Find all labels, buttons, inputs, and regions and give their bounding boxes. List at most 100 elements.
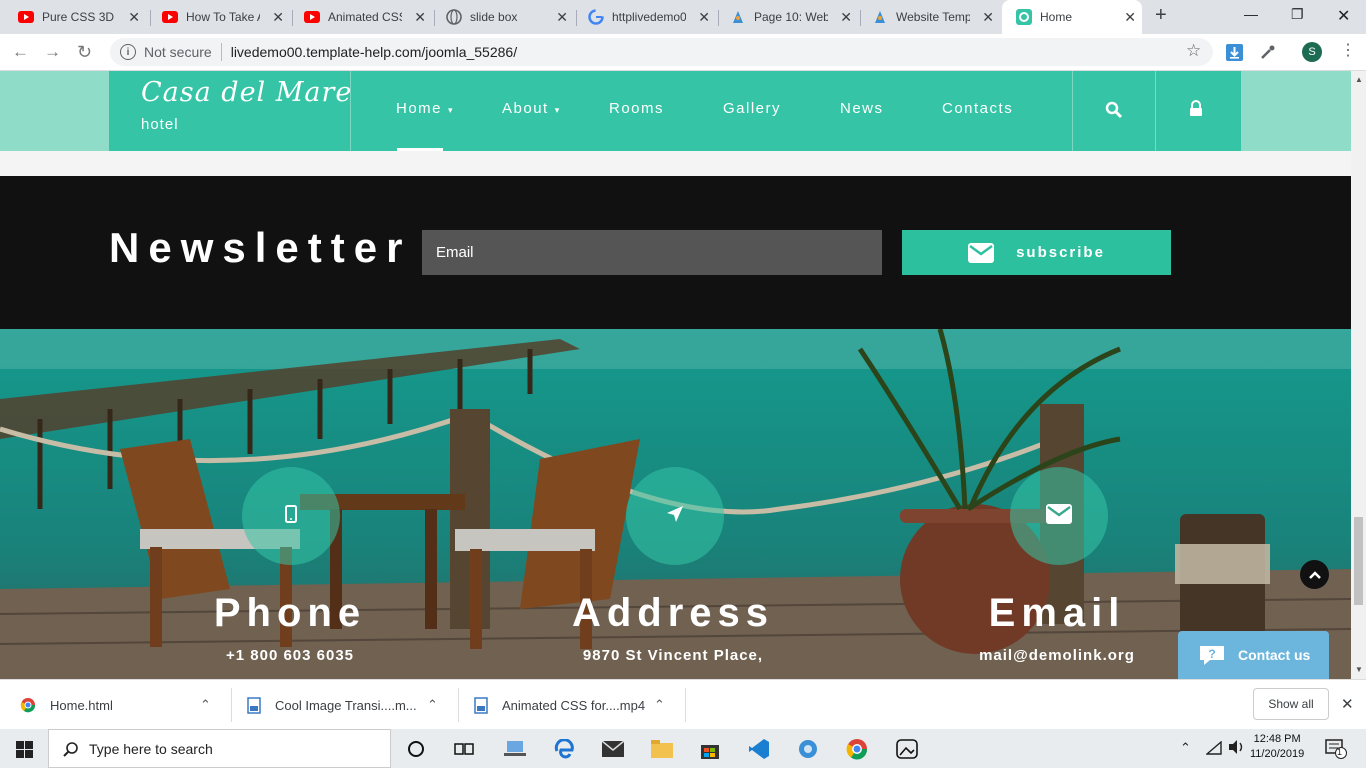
network-icon[interactable] <box>1205 740 1222 760</box>
bookmark-star-icon[interactable]: ☆ <box>1186 41 1201 61</box>
envelope-icon <box>968 242 995 263</box>
svg-text:?: ? <box>1208 647 1215 661</box>
scroll-up-arrow-icon[interactable]: ▲ <box>1355 75 1363 84</box>
page-scrollbar[interactable]: ▲ ▼ <box>1351 71 1366 679</box>
address-title: Address <box>571 591 775 635</box>
site-header: Casa del Mare hotel Home ▾ About ▾ Rooms G… <box>109 71 1241 151</box>
youtube-icon <box>18 9 34 25</box>
logo-subtitle[interactable]: hotel <box>141 116 179 133</box>
maximize-button[interactable]: ❐ <box>1291 6 1304 23</box>
edge-icon[interactable] <box>552 737 576 761</box>
email-value[interactable]: mail@demolink.org <box>897 647 1217 664</box>
tab-website-templ[interactable]: Website Templ ✕ <box>858 0 1000 34</box>
url-text[interactable]: livedemo00.template-help.com/joomla_5528… <box>231 44 517 60</box>
tab-httplivedemo[interactable]: httplivedemo0 ✕ <box>574 0 716 34</box>
chevron-up-icon[interactable]: ⌃ <box>200 697 211 713</box>
phone-value[interactable]: +1 800 603 6035 <box>130 647 450 664</box>
newsletter-section: Newsletter Email subscribe <box>0 176 1351 329</box>
menu-rooms[interactable]: Rooms <box>609 100 664 117</box>
chevron-up-icon[interactable]: ⌃ <box>654 697 665 713</box>
chevron-up-icon[interactable]: ⌃ <box>427 697 438 713</box>
close-tab-icon[interactable]: ✕ <box>128 9 140 26</box>
template-icon <box>730 9 746 25</box>
taskbar-search-box[interactable]: Type here to search <box>48 729 391 768</box>
address-value: 9870 St Vincent Place, <box>582 647 764 664</box>
profile-avatar[interactable]: S <box>1302 42 1322 62</box>
mobile-icon <box>285 504 297 528</box>
scroll-to-top-button[interactable] <box>1300 560 1329 589</box>
tab-strip: Pure CSS 3D A ✕ How To Take A ✕ Animated… <box>0 0 1366 34</box>
menu-about[interactable]: About ▾ <box>502 100 561 117</box>
chrome-icon[interactable] <box>845 737 869 761</box>
tab-slide-box[interactable]: slide box ✕ <box>432 0 574 34</box>
chat-question-icon: ? <box>1198 644 1226 666</box>
close-window-button[interactable]: ✕ <box>1337 6 1350 26</box>
scrollbar-thumb[interactable] <box>1354 517 1363 605</box>
web-page: Casa del Mare hotel Home ▾ About ▾ Rooms G… <box>0 71 1351 679</box>
logo-script[interactable]: Casa del Mare <box>141 77 352 108</box>
menu-news[interactable]: News <box>840 100 884 117</box>
tray-chevron-up-icon[interactable]: ⌃ <box>1180 740 1191 756</box>
windows-start-icon[interactable] <box>12 737 36 761</box>
menu-contacts[interactable]: Contacts <box>942 100 1013 117</box>
file-icon <box>247 696 261 714</box>
close-tab-icon[interactable]: ✕ <box>556 9 568 26</box>
download-item-animated-css[interactable]: Animated CSS for....mp4 ⌃ <box>474 680 674 730</box>
template-icon <box>872 9 888 25</box>
new-tab-button[interactable]: + <box>1155 4 1167 27</box>
close-tab-icon[interactable]: ✕ <box>982 9 994 26</box>
address-circle <box>626 467 724 565</box>
file-explorer-icon[interactable] <box>650 737 674 761</box>
tab-pure-css[interactable]: Pure CSS 3D A ✕ <box>4 0 146 34</box>
info-icon[interactable]: i <box>120 44 136 60</box>
lock-icon[interactable] <box>1189 100 1203 123</box>
vscode-icon[interactable] <box>747 737 771 761</box>
show-all-downloads-button[interactable]: Show all <box>1253 688 1329 720</box>
close-tab-icon[interactable]: ✕ <box>840 9 852 26</box>
system-clock[interactable]: 12:48 PM 11/20/2019 <box>1250 732 1304 762</box>
contact-info-section: Phone Address Email +1 800 603 6035 9870… <box>0 329 1351 679</box>
contact-us-button[interactable]: ? Contact us <box>1178 631 1329 679</box>
menu-gallery[interactable]: Gallery <box>723 100 781 117</box>
envelope-icon <box>1046 503 1072 529</box>
download-item-home[interactable]: Home.html ⌃ <box>20 680 220 730</box>
tab-page-10[interactable]: Page 10: Webs ✕ <box>716 0 858 34</box>
menu-home[interactable]: Home ▾ <box>396 100 454 117</box>
reload-button[interactable]: ↻ <box>77 42 92 63</box>
tab-animated-css[interactable]: Animated CSS ✕ <box>290 0 432 34</box>
close-tab-icon[interactable]: ✕ <box>698 9 710 26</box>
notifications-icon[interactable] <box>1325 739 1347 764</box>
cortana-icon[interactable] <box>404 737 428 761</box>
site-icon <box>1016 9 1032 25</box>
close-tab-icon[interactable]: ✕ <box>272 9 284 26</box>
close-downloads-icon[interactable]: ✕ <box>1341 695 1354 713</box>
email-title: Email <box>988 591 1126 635</box>
address-bar[interactable]: i Not secure livedemo00.template-help.co… <box>110 38 1213 66</box>
volume-icon[interactable] <box>1228 739 1246 760</box>
tab-home[interactable]: Home ✕ <box>1002 0 1142 34</box>
tab-how-to-take[interactable]: How To Take A ✕ <box>148 0 290 34</box>
subscribe-button[interactable]: subscribe <box>902 230 1171 275</box>
mail-icon[interactable] <box>601 737 625 761</box>
task-view-icon[interactable] <box>452 737 476 761</box>
search-icon[interactable] <box>1105 101 1123 124</box>
store-icon[interactable] <box>698 737 722 761</box>
download-extension-icon[interactable] <box>1226 44 1243 66</box>
back-button[interactable]: ← <box>12 42 29 62</box>
close-tab-icon[interactable]: ✕ <box>1124 9 1136 26</box>
menu-dots-icon[interactable]: ⋮ <box>1340 40 1356 60</box>
scroll-down-arrow-icon[interactable]: ▼ <box>1355 665 1363 674</box>
photos-app-icon[interactable] <box>895 737 919 761</box>
newsletter-email-input[interactable]: Email <box>422 230 882 275</box>
laptop-app-icon[interactable] <box>503 737 527 761</box>
search-icon <box>63 741 79 757</box>
google-icon <box>588 9 604 25</box>
close-tab-icon[interactable]: ✕ <box>414 9 426 26</box>
security-label: Not secure <box>144 44 212 60</box>
eyedropper-icon[interactable] <box>1259 44 1276 66</box>
download-item-cool-image[interactable]: Cool Image Transi....m... ⌃ <box>247 680 447 730</box>
minimize-button[interactable]: — <box>1244 6 1258 22</box>
address-bar-row: ← → ↻ i Not secure livedemo00.template-h… <box>0 34 1366 71</box>
chrome-canary-icon[interactable] <box>796 737 820 761</box>
forward-button[interactable]: → <box>44 42 61 62</box>
